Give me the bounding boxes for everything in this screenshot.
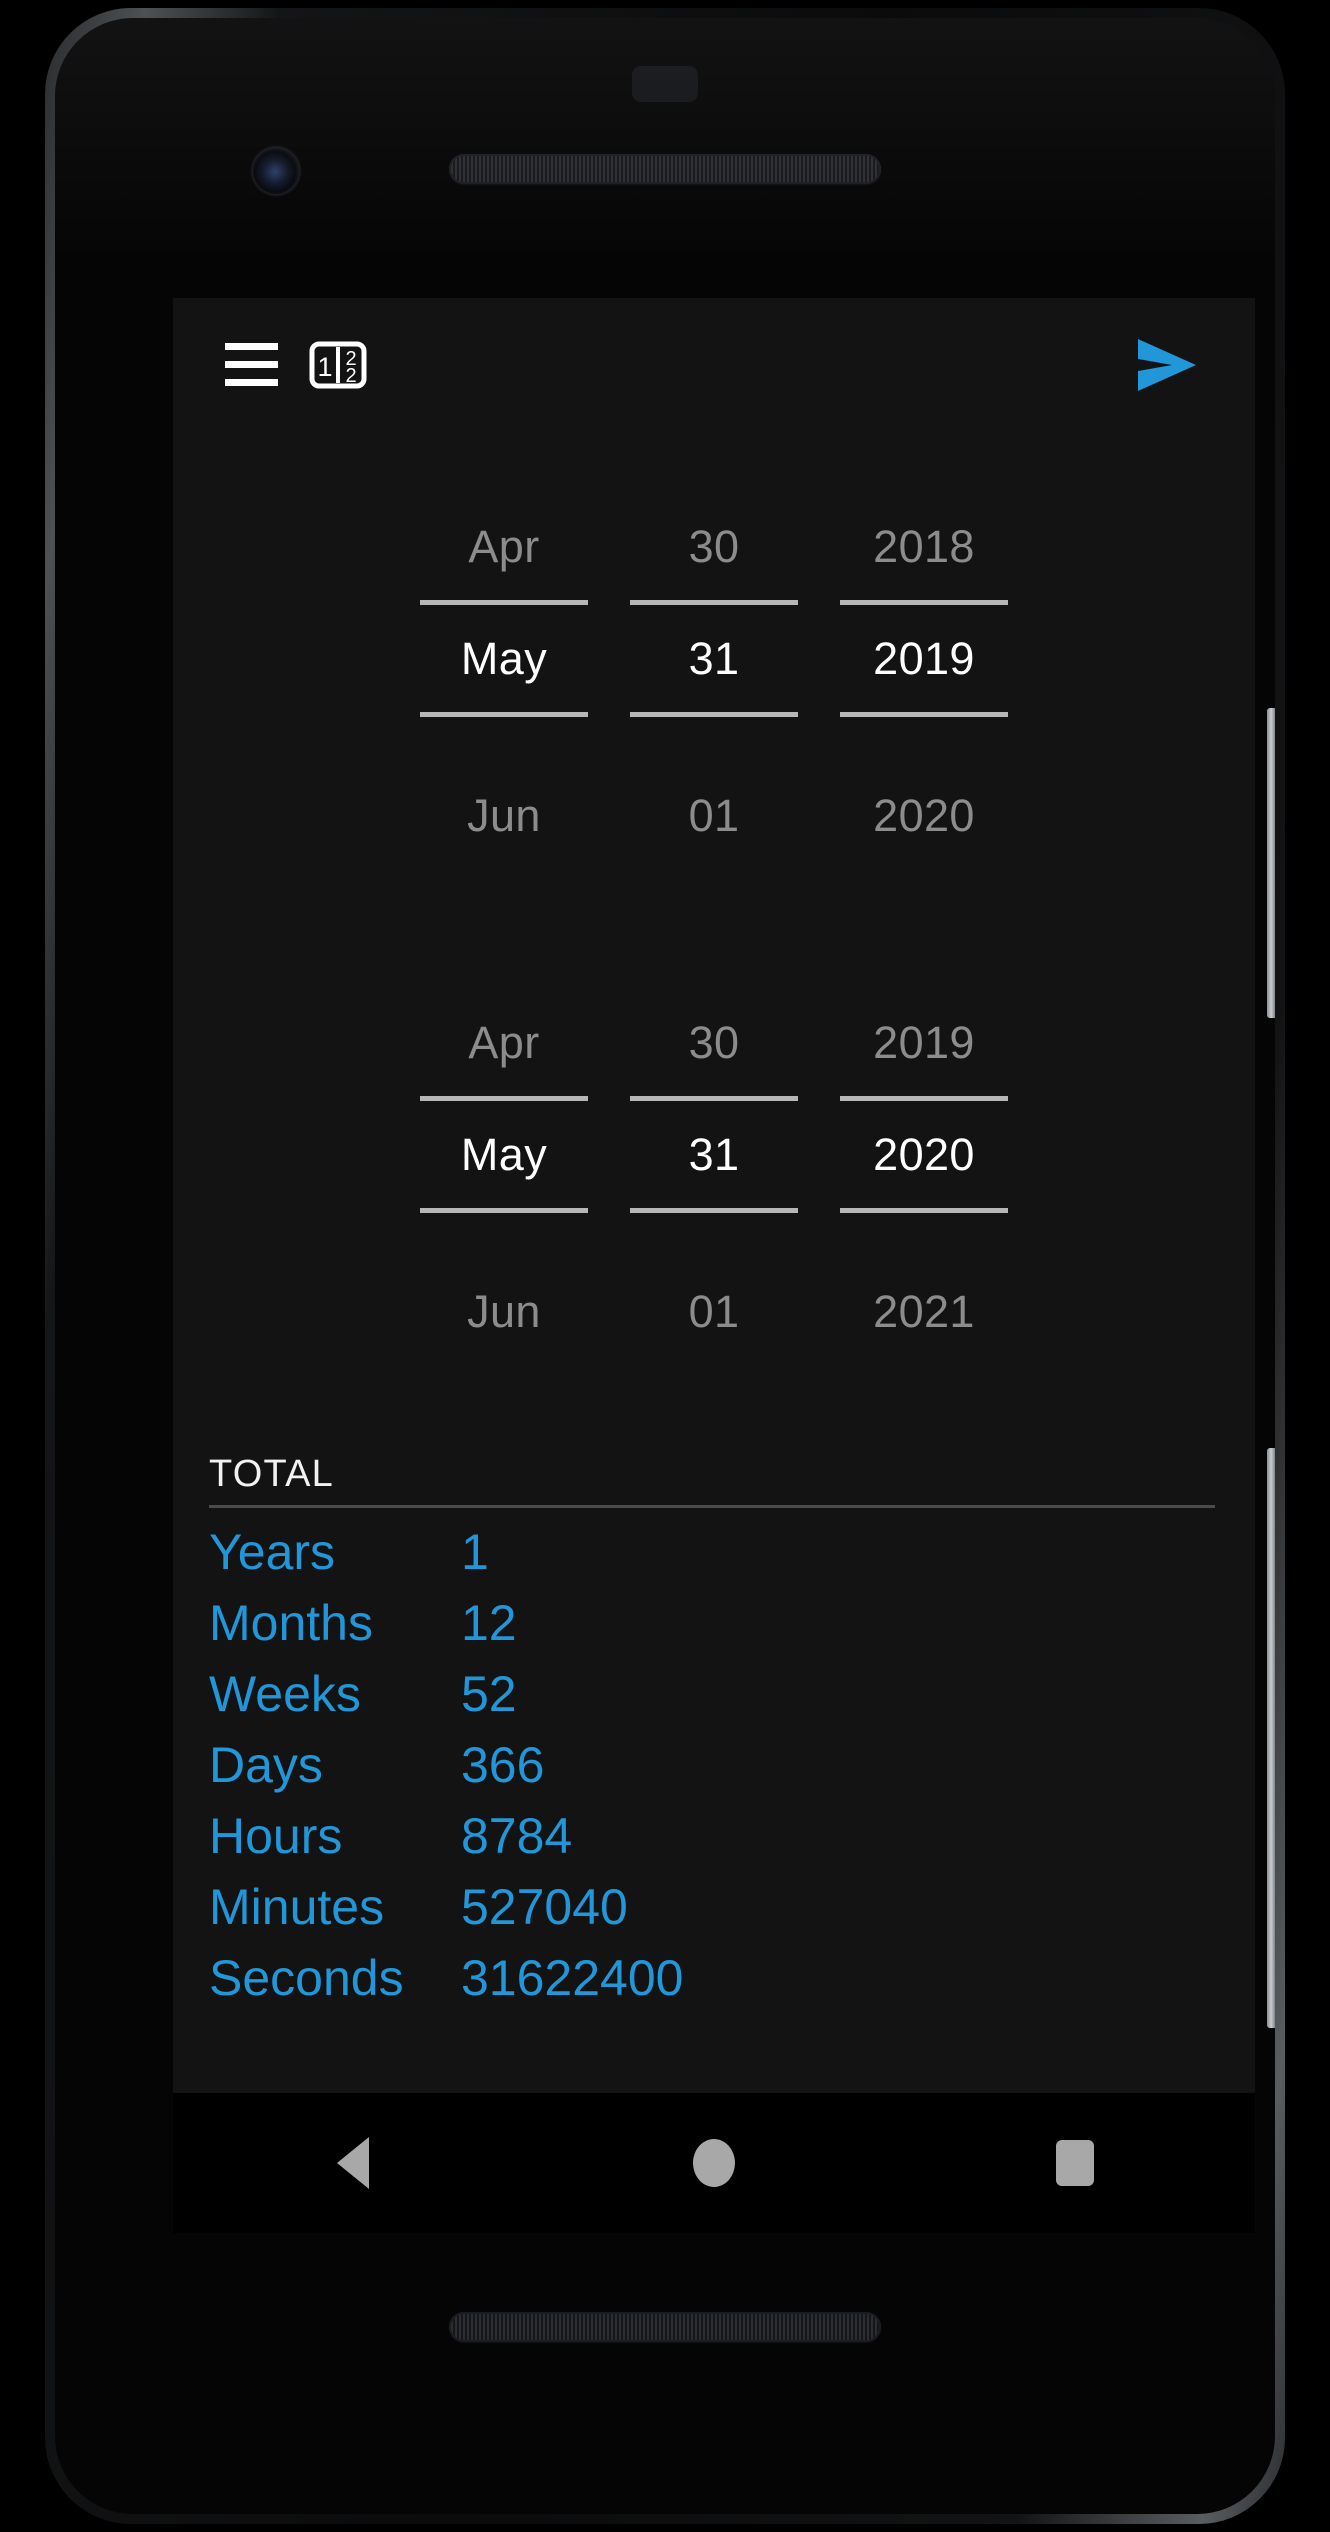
total-row: Seconds 31622400 [209, 1942, 1215, 2013]
recents-square-icon [1055, 2140, 1094, 2186]
picker-divider-bottom [630, 712, 798, 717]
svg-text:2: 2 [345, 365, 356, 387]
svg-text:1: 1 [317, 352, 332, 382]
phone-bezel: 1 2 2 Apr May Jun 30 31 01 2018 2019 202… [55, 18, 1275, 2514]
total-label: Months [209, 1594, 373, 1651]
picker-next-value[interactable]: Jun [467, 762, 541, 869]
total-label: Years [209, 1523, 336, 1580]
total-row: Weeks 52 [209, 1658, 1215, 1729]
end-picker-year-column[interactable]: 2019 2020 2021 [819, 989, 1029, 1365]
nav-home-button[interactable] [654, 2103, 774, 2223]
picker-divider-bottom [630, 1208, 798, 1213]
front-camera-icon [253, 148, 299, 194]
picker-divider-bottom [420, 1208, 588, 1213]
end-date-picker[interactable]: Apr May Jun 30 31 01 2019 2020 2021 [173, 989, 1255, 1365]
menu-line [224, 343, 278, 350]
start-picker-month-column[interactable]: Apr May Jun [399, 493, 609, 869]
picker-next-value[interactable]: 01 [689, 762, 740, 869]
start-date-picker[interactable]: Apr May Jun 30 31 01 2018 2019 2020 [173, 493, 1255, 869]
home-circle-icon [692, 2139, 735, 2187]
android-navigation-bar [173, 2093, 1255, 2233]
menu-line [224, 361, 278, 368]
total-label: Days [209, 1736, 323, 1793]
power-button[interactable] [1267, 708, 1275, 1018]
hamburger-menu-icon[interactable] [213, 327, 289, 403]
proximity-sensor-icon [632, 66, 698, 102]
start-picker-year-column[interactable]: 2018 2019 2020 [819, 493, 1029, 869]
app-bar: 1 2 2 [173, 298, 1255, 431]
send-arrow-icon[interactable] [1127, 325, 1207, 405]
total-value: 8784 [461, 1807, 573, 1864]
nav-back-button[interactable] [293, 2103, 413, 2223]
totals-list: Years 1 Months 12 Weeks 52 Days 366 Hour… [209, 1508, 1215, 2013]
total-value: 52 [461, 1665, 517, 1722]
picker-selected-value[interactable]: 2019 [873, 605, 975, 712]
total-value: 31622400 [461, 1949, 684, 2006]
total-row: Months 12 [209, 1587, 1215, 1658]
volume-rocker-button[interactable] [1267, 1448, 1275, 2028]
totals-section: TOTAL Years 1 Months 12 Weeks 52 Days 36… [173, 1453, 1255, 2013]
total-value: 366 [461, 1736, 545, 1793]
picker-prev-value[interactable]: 30 [689, 989, 740, 1096]
picker-next-value[interactable]: 2021 [873, 1258, 975, 1365]
phone-device-frame: 1 2 2 Apr May Jun 30 31 01 2018 2019 202… [45, 8, 1285, 2524]
picker-selected-value[interactable]: 2020 [873, 1101, 975, 1208]
totals-title: TOTAL [209, 1453, 334, 1495]
total-row: Minutes 527040 [209, 1871, 1215, 1942]
send-icon-svg [1138, 338, 1196, 391]
picker-divider-bottom [420, 712, 588, 717]
end-picker-month-column[interactable]: Apr May Jun [399, 989, 609, 1365]
picker-next-value[interactable]: Jun [467, 1258, 541, 1365]
total-row: Hours 8784 [209, 1800, 1215, 1871]
total-label: Hours [209, 1807, 343, 1864]
twelve-icon-svg: 1 2 2 [309, 341, 367, 388]
earpiece-speaker-grille [449, 154, 881, 184]
twelve-hour-format-icon[interactable]: 1 2 2 [307, 334, 369, 396]
total-value: 1 [461, 1523, 489, 1580]
picker-divider-bottom [840, 712, 1008, 717]
back-triangle-icon [337, 2137, 370, 2189]
picker-prev-value[interactable]: Apr [468, 493, 539, 600]
picker-selected-value[interactable]: 31 [689, 605, 740, 712]
total-value: 527040 [461, 1878, 628, 1935]
picker-selected-value[interactable]: 31 [689, 1101, 740, 1208]
total-label: Weeks [209, 1665, 361, 1722]
start-picker-day-column[interactable]: 30 31 01 [609, 493, 819, 869]
picker-next-value[interactable]: 01 [689, 1258, 740, 1365]
picker-selected-value[interactable]: May [461, 1101, 547, 1208]
picker-prev-value[interactable]: 2018 [873, 493, 975, 600]
picker-divider-bottom [840, 1208, 1008, 1213]
picker-selected-value[interactable]: May [461, 605, 547, 712]
picker-next-value[interactable]: 2020 [873, 762, 975, 869]
app-screen: 1 2 2 Apr May Jun 30 31 01 2018 2019 202… [173, 298, 1255, 2093]
bottom-speaker-grille [449, 2312, 881, 2342]
picker-prev-value[interactable]: 30 [689, 493, 740, 600]
total-row: Years 1 [209, 1516, 1215, 1587]
menu-line [224, 379, 278, 386]
total-label: Minutes [209, 1878, 385, 1935]
picker-prev-value[interactable]: 2019 [873, 989, 975, 1096]
total-row: Days 366 [209, 1729, 1215, 1800]
end-picker-day-column[interactable]: 30 31 01 [609, 989, 819, 1365]
total-label: Seconds [209, 1949, 404, 2006]
picker-prev-value[interactable]: Apr [468, 989, 539, 1096]
total-value: 12 [461, 1594, 517, 1651]
nav-recents-button[interactable] [1015, 2103, 1135, 2223]
